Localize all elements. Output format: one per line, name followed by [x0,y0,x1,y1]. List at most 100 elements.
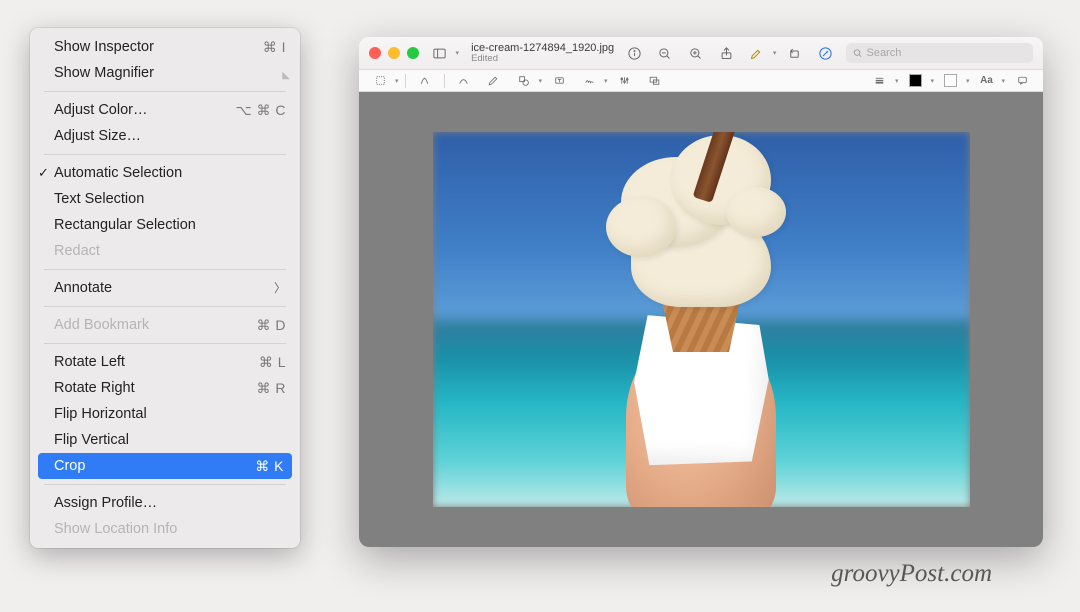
border-color-button[interactable] [904,72,926,90]
menu-separator [44,91,286,92]
selection-tool-button[interactable] [369,72,391,90]
menu-automatic-selection[interactable]: Automatic Selection [30,160,300,186]
menu-flip-horizontal[interactable]: Flip Horizontal [30,401,300,427]
menu-add-bookmark: Add Bookmark ⌘ D [30,312,300,338]
chevron-down-icon[interactable]: ▾ [966,77,970,85]
toolbar-separator [405,74,406,88]
fill-color-swatch [944,74,957,87]
menu-adjust-color[interactable]: Adjust Color… ⌥ ⌘ C [30,97,300,123]
traffic-lights [369,47,419,59]
fill-color-button[interactable] [940,72,962,90]
markup-toolbar: ▾ ▾ ▾ ▾ ▾ ▾ Aa ▾ [359,70,1043,92]
menu-item-label: Show Location Info [54,519,286,539]
info-button[interactable] [624,43,645,63]
menu-separator [44,343,286,344]
menu-annotate[interactable]: Annotate 〉 [30,275,300,301]
menu-redact: Redact [30,238,300,264]
menu-item-label: Crop [54,456,255,476]
menu-item-label: Show Magnifier [54,63,286,83]
rotate-button[interactable] [784,43,805,63]
menu-separator [44,154,286,155]
menu-item-label: Text Selection [54,189,286,209]
menu-item-label: Flip Vertical [54,430,286,450]
maximize-window-button[interactable] [407,47,419,59]
menu-adjust-size[interactable]: Adjust Size… [30,123,300,149]
share-button[interactable] [716,43,737,63]
corner-icon: ◣ [282,66,290,86]
image-content [433,132,970,507]
menu-item-label: Adjust Color… [54,100,235,120]
chevron-down-icon[interactable]: ▾ [539,77,543,85]
menu-item-shortcut: ⌥ ⌘ C [235,100,286,120]
annotation-button[interactable] [1011,72,1033,90]
draw-button[interactable] [483,72,505,90]
menu-rectangular-selection[interactable]: Rectangular Selection [30,212,300,238]
chevron-down-icon[interactable]: ▾ [930,77,934,85]
watermark: groovyPost.com [831,560,992,588]
adjust-color-button[interactable] [614,72,636,90]
menu-item-shortcut: ⌘ L [259,352,286,372]
menu-item-label: Rotate Right [54,378,257,398]
menu-item-label: Show Inspector [54,37,263,57]
chevron-down-icon[interactable]: ▾ [456,49,460,57]
instant-alpha-button[interactable] [414,72,436,90]
menu-item-shortcut: ⌘ K [255,456,284,476]
menu-item-label: Automatic Selection [54,163,286,183]
chevron-down-icon[interactable]: ▾ [895,77,899,85]
menu-item-label: Add Bookmark [54,315,257,335]
menu-rotate-right[interactable]: Rotate Right ⌘ R [30,375,300,401]
text-style-icon: Aa [980,75,993,86]
text-style-button[interactable]: Aa [975,72,997,90]
menu-separator [44,484,286,485]
chevron-down-icon[interactable]: ▾ [1001,77,1005,85]
menu-item-label: Adjust Size… [54,126,286,146]
titlebar: ▾ ice-cream-1274894_1920.jpg Edited ▾ [359,37,1043,70]
menu-show-location-info: Show Location Info [30,516,300,542]
sketch-button[interactable] [453,72,475,90]
menu-item-label: Redact [54,241,286,261]
shape-style-button[interactable] [869,72,891,90]
filename: ice-cream-1274894_1920.jpg [471,42,614,54]
menu-show-inspector[interactable]: Show Inspector ⌘ I [30,34,300,60]
chevron-down-icon[interactable]: ▾ [395,77,399,85]
adjust-size-button[interactable] [644,72,666,90]
close-window-button[interactable] [369,47,381,59]
markup-toggle-button[interactable] [815,43,836,63]
menu-separator [44,269,286,270]
menu-item-label: Rotate Left [54,352,259,372]
sign-button[interactable] [578,72,600,90]
menu-item-label: Flip Horizontal [54,404,286,424]
chevron-right-icon: 〉 [274,278,286,298]
text-button[interactable] [548,72,570,90]
minimize-window-button[interactable] [388,47,400,59]
border-color-swatch [909,74,922,87]
toolbar-separator [444,74,445,88]
tools-menu: Show Inspector ⌘ I Show Magnifier ◣ Adju… [30,28,300,548]
preview-window: ▾ ice-cream-1274894_1920.jpg Edited ▾ [359,37,1043,547]
menu-assign-profile[interactable]: Assign Profile… [30,490,300,516]
search-field[interactable] [846,43,1034,63]
chevron-down-icon[interactable]: ▾ [604,77,608,85]
search-input[interactable] [866,47,1027,59]
menu-item-shortcut: ⌘ R [257,378,287,398]
menu-show-magnifier[interactable]: Show Magnifier ◣ [30,60,300,86]
sidebar-toggle-button[interactable] [429,43,450,63]
menu-item-shortcut: ⌘ I [263,37,286,57]
menu-item-label: Assign Profile… [54,493,286,513]
image-canvas[interactable] [359,92,1043,547]
menu-rotate-left[interactable]: Rotate Left ⌘ L [30,349,300,375]
edited-status: Edited [471,54,614,64]
menu-item-label: Annotate [54,278,274,298]
menu-text-selection[interactable]: Text Selection [30,186,300,212]
zoom-out-button[interactable] [655,43,676,63]
menu-crop[interactable]: Crop ⌘ K [38,453,292,479]
highlight-button[interactable] [746,43,767,63]
chevron-down-icon[interactable]: ▾ [773,49,777,57]
menu-item-shortcut: ⌘ D [257,315,287,335]
menu-item-label: Rectangular Selection [54,215,286,235]
window-title: ice-cream-1274894_1920.jpg Edited [471,42,614,65]
menu-flip-vertical[interactable]: Flip Vertical [30,427,300,453]
menu-separator [44,306,286,307]
zoom-in-button[interactable] [685,43,706,63]
shapes-button[interactable] [513,72,535,90]
